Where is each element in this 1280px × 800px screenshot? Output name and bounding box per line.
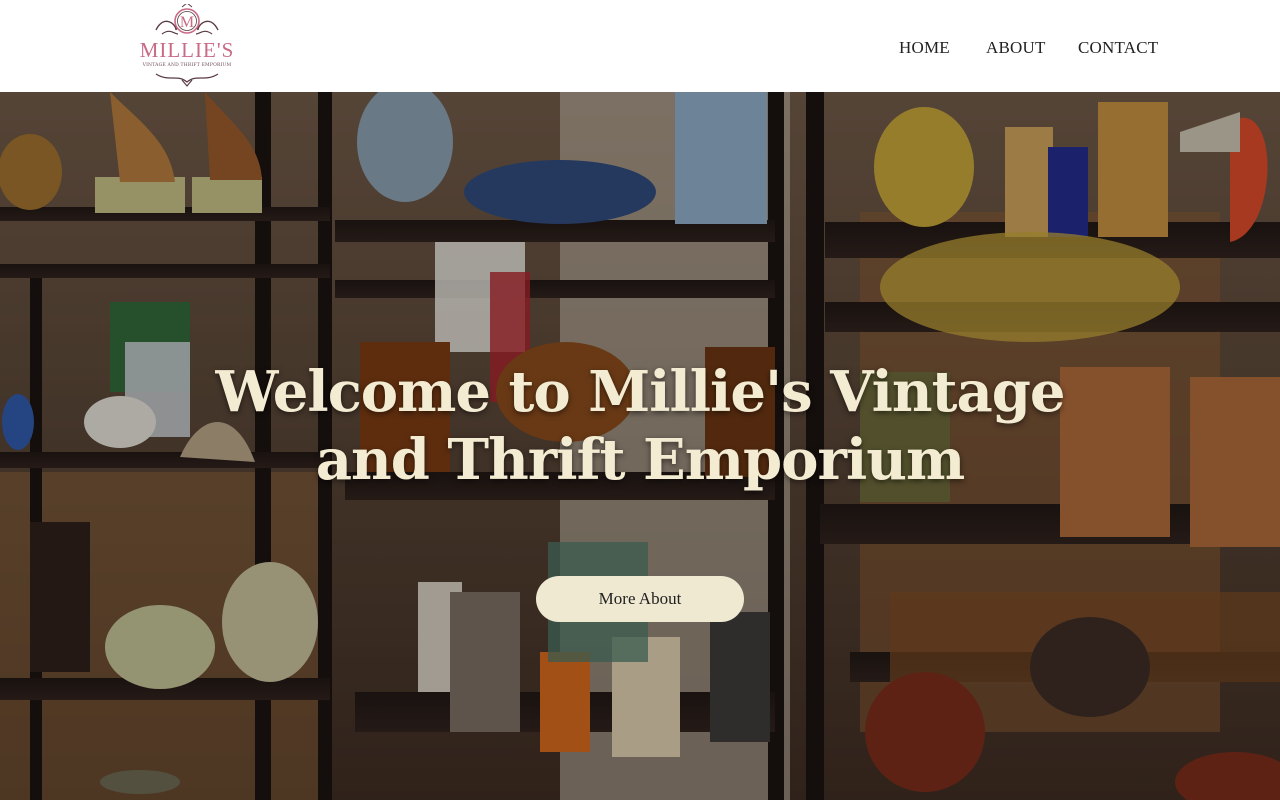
hero-section: Welcome to Millie's Vintage and Thrift E… [0,92,1280,800]
hero-title: Welcome to Millie's Vintage and Thrift E… [215,359,1065,493]
nav-contact[interactable]: CONTACT [1078,38,1158,58]
more-about-button[interactable]: More About [536,576,744,622]
nav-home[interactable]: HOME [899,38,950,58]
main-nav: HOME ABOUT CONTACT [0,38,1280,58]
site-header: M MILLIE'S VINTAGE AND THRIFT EMPORIUM H… [0,0,1280,92]
logo-flourish-icon [155,73,219,87]
nav-about[interactable]: ABOUT [986,38,1046,58]
logo-monogram: M [180,14,194,31]
brand-tagline: VINTAGE AND THRIFT EMPORIUM [142,63,232,68]
